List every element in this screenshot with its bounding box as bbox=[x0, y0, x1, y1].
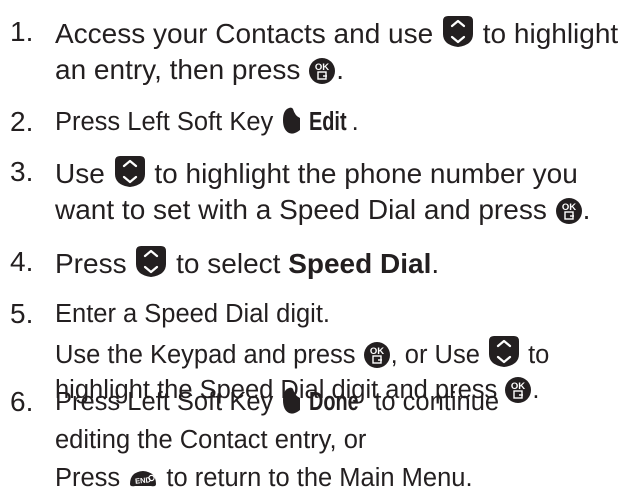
step-number: 6. bbox=[10, 386, 34, 417]
step-text: editing the Contact entry, or bbox=[55, 426, 367, 454]
step-number: 5. bbox=[10, 298, 34, 329]
step-text: Use the Keypad and press bbox=[55, 341, 356, 369]
nav-key-icon bbox=[113, 154, 147, 189]
step-text: Use bbox=[55, 158, 105, 189]
nav-key-icon bbox=[487, 334, 521, 369]
option-speed-dial: Speed Dial bbox=[288, 248, 432, 279]
step-text: Press bbox=[55, 464, 121, 492]
step-3-line-1: Use to highlight the phone number you bbox=[55, 154, 578, 192]
step-number: 1. bbox=[10, 16, 34, 47]
step-text: . bbox=[431, 248, 440, 279]
left-soft-key-icon bbox=[280, 106, 302, 136]
ok-key-icon bbox=[554, 197, 583, 225]
step-text: . bbox=[582, 194, 591, 225]
step-text: . bbox=[336, 54, 344, 85]
step-5-line-1: Enter a Speed Dial digit. bbox=[55, 296, 330, 332]
instruction-list: 1. Access your Contacts and use to highl… bbox=[0, 0, 638, 502]
step-4-line-1: Press to select Speed Dial. bbox=[55, 244, 439, 282]
ok-key-icon bbox=[362, 341, 391, 369]
step-text: Press Left Soft Key bbox=[55, 108, 274, 136]
step-text: to highlight bbox=[482, 18, 619, 49]
step-3-line-2: want to set with a Speed Dial and press … bbox=[55, 192, 590, 228]
step-number: 3. bbox=[10, 156, 34, 187]
step-1-line-2: an entry, then press . bbox=[55, 52, 344, 88]
nav-key-icon bbox=[441, 14, 475, 49]
end-key-icon bbox=[127, 466, 159, 492]
step-text: to return to the Main Menu. bbox=[166, 464, 473, 492]
step-text: Enter a Speed Dial digit. bbox=[55, 300, 330, 328]
step-text: want to set with a Speed Dial and press bbox=[55, 194, 547, 225]
step-5-line-2: Use the Keypad and press , or Use to bbox=[55, 334, 549, 373]
nav-key-icon bbox=[134, 244, 168, 279]
step-text: Press bbox=[55, 248, 127, 279]
step-6-line-3: Press to return to the Main Menu. bbox=[55, 460, 473, 496]
step-text: to continue bbox=[374, 388, 500, 416]
step-text: an entry, then press bbox=[55, 54, 301, 85]
step-text: Press Left Soft Key bbox=[55, 388, 274, 416]
step-6-line-2: editing the Contact entry, or bbox=[55, 422, 366, 458]
left-soft-key-icon bbox=[280, 386, 302, 416]
step-text: to highlight the phone number you bbox=[154, 158, 578, 189]
step-1: 1. Access your Contacts and use to highl… bbox=[0, 14, 638, 90]
softkey-label-edit: Edit bbox=[309, 108, 348, 136]
step-number: 4. bbox=[10, 246, 34, 277]
step-text: to bbox=[528, 341, 550, 369]
step-text: Access your Contacts and use bbox=[55, 18, 434, 49]
softkey-label-done: Done bbox=[309, 388, 360, 416]
step-text: . bbox=[351, 108, 359, 136]
step-text: to select bbox=[176, 248, 281, 279]
step-number: 2. bbox=[10, 106, 34, 137]
step-2: 2. Press Left Soft Key Edit. bbox=[0, 104, 638, 142]
step-2-line-1: Press Left Soft Key Edit. bbox=[55, 104, 359, 140]
step-1-line-1: Access your Contacts and use to highligh… bbox=[55, 14, 618, 52]
step-4: 4. Press to select Speed Dial. bbox=[0, 244, 638, 282]
step-3: 3. Use to highlight the phone number you… bbox=[0, 154, 638, 230]
step-6-line-1: Press Left Soft Key Done to continue bbox=[55, 384, 499, 420]
step-text: , or Use bbox=[390, 341, 480, 369]
step-6: 6. Press Left Soft Key Done to continue … bbox=[0, 384, 638, 498]
ok-key-icon bbox=[308, 57, 336, 85]
